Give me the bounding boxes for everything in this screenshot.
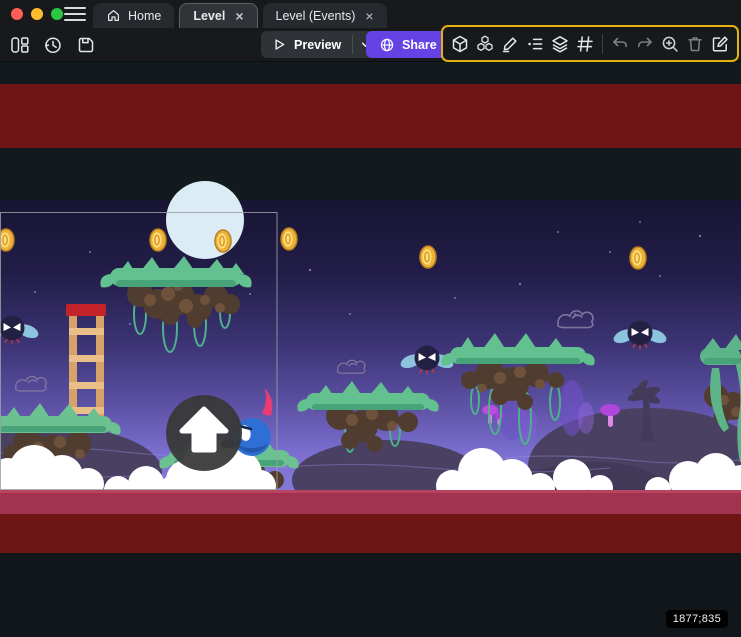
pencil-icon	[500, 34, 520, 54]
edit-object-button[interactable]	[498, 32, 522, 56]
tab-bar: Home Level × Level (Events) ×	[93, 3, 387, 28]
undo-icon	[610, 34, 630, 54]
grid-icon	[575, 34, 595, 54]
minimize-window-button[interactable]	[31, 8, 43, 20]
coin[interactable]	[150, 229, 166, 251]
close-tab-icon[interactable]: ×	[235, 9, 243, 23]
hamburger-menu-icon[interactable]	[64, 7, 86, 21]
coin[interactable]	[281, 228, 297, 250]
instances-icon	[475, 34, 495, 54]
home-icon	[106, 8, 121, 23]
history-icon	[43, 35, 63, 55]
window-controls	[11, 8, 63, 20]
tab-level-events[interactable]: Level (Events) ×	[263, 3, 387, 28]
coin[interactable]	[630, 247, 646, 269]
instances-button[interactable]	[473, 32, 497, 56]
moon[interactable]	[166, 181, 244, 259]
edit-scene-button[interactable]	[708, 32, 732, 56]
app-window: Home Level × Level (Events) ×	[0, 0, 741, 637]
globe-icon	[379, 37, 395, 53]
ground-band-dark-red	[0, 514, 741, 553]
trash-button[interactable]	[683, 32, 707, 56]
trash-icon	[685, 34, 705, 54]
history-button[interactable]	[40, 32, 66, 58]
grid-button[interactable]	[573, 32, 597, 56]
tab-level[interactable]: Level ×	[179, 3, 257, 28]
tab-home[interactable]: Home	[93, 3, 174, 28]
preview-label: Preview	[294, 38, 341, 52]
top-red-band	[0, 84, 741, 148]
toolbar-separator	[602, 34, 603, 54]
coin[interactable]	[215, 230, 231, 252]
tab-label: Home	[128, 9, 161, 23]
zoom-in-button[interactable]	[658, 32, 682, 56]
layers-button[interactable]	[548, 32, 572, 56]
objects-list-button[interactable]	[523, 32, 547, 56]
canvas-bottom-background	[0, 553, 741, 637]
layers-icon	[550, 34, 570, 54]
redo-button[interactable]	[633, 32, 657, 56]
coin[interactable]	[420, 246, 436, 268]
objects-list-icon	[525, 34, 545, 54]
maximize-window-button[interactable]	[51, 8, 63, 20]
tab-label: Level (Events)	[276, 9, 356, 23]
redo-icon	[635, 34, 655, 54]
save-icon	[76, 35, 96, 55]
share-button[interactable]: Share	[366, 31, 450, 58]
game-scene	[0, 62, 741, 637]
tab-label: Level	[193, 9, 225, 23]
save-button[interactable]	[73, 32, 99, 58]
3d-edit-button[interactable]	[448, 32, 472, 56]
share-label: Share	[402, 38, 437, 52]
ground-band-edge	[0, 490, 741, 493]
preview-button[interactable]: Preview	[261, 31, 377, 58]
cursor-coordinates: 1877;835	[666, 610, 728, 628]
undo-button[interactable]	[608, 32, 632, 56]
edit-scene-icon	[710, 34, 730, 54]
titlebar: Home Level × Level (Events) ×	[0, 0, 741, 28]
close-window-button[interactable]	[11, 8, 23, 20]
toolbar: Preview Share	[0, 28, 741, 62]
zoom-in-icon	[660, 34, 680, 54]
coin[interactable]	[0, 229, 14, 251]
close-tab-icon[interactable]: ×	[365, 9, 373, 23]
3d-box-icon	[450, 34, 470, 54]
play-icon	[272, 37, 287, 52]
touch-arrow-button[interactable]	[166, 395, 242, 471]
ground-band-crimson	[0, 490, 741, 514]
toolbar-left-group	[7, 32, 99, 58]
scene-editor-canvas[interactable]: 1877;835	[0, 62, 741, 637]
highlighted-toolbar-group	[441, 25, 739, 62]
project-manager-icon	[10, 35, 30, 55]
project-manager-button[interactable]	[7, 32, 33, 58]
